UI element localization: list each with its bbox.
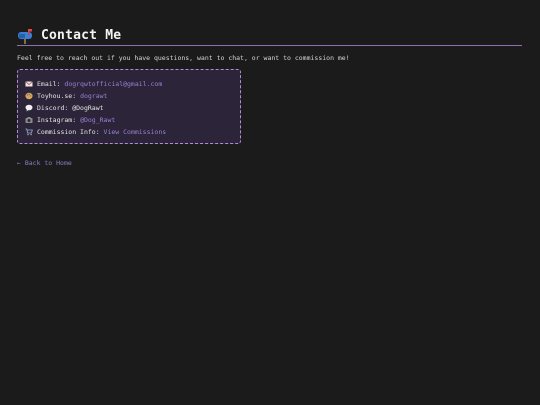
- camera-icon: [25, 117, 33, 123]
- discord-label: Discord:: [37, 104, 69, 112]
- contact-row-instagram: Instagram: @Dog_Rawt: [25, 116, 115, 124]
- instagram-link[interactable]: @Dog_Rawt: [80, 116, 115, 124]
- email-label: Email:: [37, 80, 61, 88]
- commission-label: Commission Info:: [37, 128, 100, 136]
- contact-box: Email: dogrqwtofficial@gmail.com Toyhou.…: [17, 69, 241, 144]
- back-to-home-link[interactable]: ← Back to Home: [17, 159, 72, 167]
- speech-bubble-icon: [25, 104, 33, 112]
- mailbox-icon: [18, 28, 32, 44]
- page-header: Contact Me: [17, 26, 522, 46]
- intro-text: Feel free to reach out if you have quest…: [17, 54, 350, 62]
- page-title: Contact Me: [41, 28, 122, 43]
- palette-icon: [25, 92, 33, 100]
- contact-row-discord: Discord: @DogRawt: [25, 104, 104, 112]
- email-link[interactable]: dogrqwtofficial@gmail.com: [64, 80, 162, 88]
- discord-value: @DogRawt: [72, 104, 104, 112]
- commission-link[interactable]: View Commissions: [104, 128, 167, 136]
- toyhouse-link[interactable]: dograwt: [80, 92, 107, 100]
- envelope-icon: [25, 81, 33, 87]
- cart-icon: [25, 128, 33, 136]
- toyhouse-label: Toyhou.se:: [37, 92, 77, 100]
- contact-row-commission: Commission Info: View Commissions: [25, 128, 166, 136]
- contact-row-toyhouse: Toyhou.se: dograwt: [25, 92, 107, 100]
- instagram-label: Instagram:: [37, 116, 77, 124]
- contact-row-email: Email: dogrqwtofficial@gmail.com: [25, 80, 162, 88]
